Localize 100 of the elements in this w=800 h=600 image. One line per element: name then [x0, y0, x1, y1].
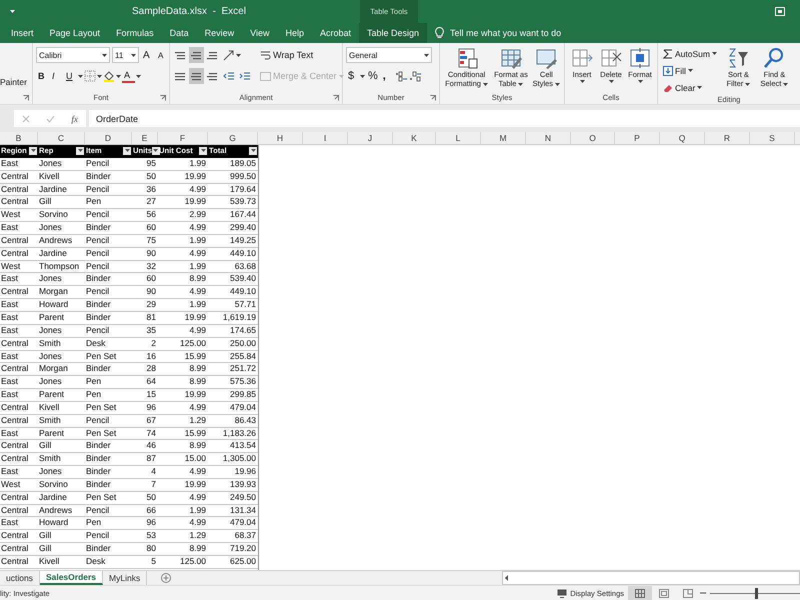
shrink-font-button[interactable]: A — [156, 47, 169, 63]
table-cell-text: 60 — [146, 273, 157, 286]
filter-dropdown-button[interactable] — [76, 146, 84, 155]
table-cell-text: Central — [0, 184, 30, 196]
font-name-field[interactable]: Calibri — [36, 47, 110, 63]
table-cell-text: East — [0, 299, 20, 311]
tell-me-search[interactable]: Tell me what you want to do — [450, 28, 562, 38]
format-cells-icon — [629, 47, 651, 69]
filter-dropdown-button[interactable] — [123, 146, 131, 155]
table-cell-text: 63.68 — [234, 260, 257, 272]
table-cell-text: Central — [0, 248, 30, 260]
align-left-icon — [175, 70, 186, 82]
filter-dropdown-button[interactable] — [199, 146, 207, 155]
ribbon-tab[interactable]: Formulas — [108, 23, 162, 43]
caret-icon — [250, 149, 256, 152]
dialog-launcher-icon[interactable] — [430, 95, 436, 101]
table-grid-icon — [500, 47, 522, 69]
zoom-out-icon — [700, 590, 706, 596]
filter-dropdown-button[interactable] — [152, 146, 160, 155]
table-cell-text: 4 — [150, 466, 157, 478]
ribbon-tab[interactable]: View — [242, 23, 278, 43]
monitor-icon — [557, 588, 568, 598]
table-cell-text: 57.71 — [234, 299, 257, 311]
editing-button[interactable]: AutoSum — [661, 47, 719, 60]
editing-button[interactable]: Clear — [661, 81, 719, 94]
align-middle-button[interactable] — [189, 47, 204, 63]
percent-button[interactable]: % — [366, 68, 380, 84]
table-cell-text: 68.37 — [234, 530, 257, 542]
table-cell-text: 250.00 — [229, 338, 257, 350]
underline-button[interactable]: U — [64, 68, 77, 84]
font-color-button[interactable]: A — [122, 69, 135, 83]
table-cell-text: 53 — [146, 530, 157, 542]
align-middle-icon — [191, 50, 202, 60]
column-header: L — [436, 132, 481, 144]
ribbon-tab[interactable]: Insert — [3, 23, 42, 43]
caret-icon — [97, 74, 102, 78]
table-cell-text: 95 — [146, 158, 157, 170]
table-cell-text: Central — [0, 196, 30, 208]
table-cell-text: 8.99 — [188, 363, 207, 376]
format-painter-button[interactable]: Painter — [0, 77, 29, 87]
table-cell-text: 4.99 — [188, 466, 207, 478]
caret-icon — [638, 80, 642, 83]
ribbon-tab[interactable]: Data — [162, 23, 197, 43]
ribbon-tab[interactable]: Review — [196, 23, 242, 43]
table-cell-text: 19.99 — [184, 478, 207, 491]
dialog-launcher-icon[interactable] — [160, 95, 166, 101]
decrease-decimal-icon — [408, 70, 422, 82]
comma-style-button[interactable]: , — [380, 68, 394, 84]
wrap-text-button[interactable]: Wrap Text — [258, 47, 346, 63]
column-header: H — [258, 132, 303, 144]
italic-button[interactable]: I — [50, 68, 63, 84]
column-header: G — [208, 132, 258, 144]
align-center-button[interactable] — [189, 68, 204, 84]
page-layout-icon — [659, 588, 669, 598]
table-cell-text: Pencil — [85, 324, 110, 337]
column-header: S — [750, 132, 795, 144]
dialog-launcher-icon[interactable] — [333, 95, 339, 101]
table-cell-text: 4.99 — [188, 286, 207, 298]
table-cell-text: 7 — [150, 478, 157, 491]
table-cell-text: Desk — [85, 556, 106, 568]
restore-window-icon — [775, 7, 785, 16]
table-cell-text: 4.99 — [188, 184, 207, 196]
table-cell-text: Binder — [85, 222, 112, 234]
column-header: E — [132, 132, 158, 144]
add-sheet-icon[interactable] — [161, 573, 172, 583]
table-cell-text: East — [0, 222, 20, 234]
grid-icon — [635, 588, 645, 598]
table-cell-text: 19.99 — [184, 196, 207, 208]
grow-font-button[interactable]: A — [141, 47, 154, 63]
filter-dropdown-button[interactable] — [29, 146, 37, 155]
table-cell-text: 19.99 — [184, 312, 207, 324]
sheet-tab[interactable]: SalesOrders — [40, 571, 104, 585]
table-cell-text: 96 — [146, 517, 157, 530]
normal-view-button[interactable] — [628, 586, 652, 600]
table-cell-text: East — [0, 428, 20, 440]
insert-function-label[interactable]: fx — [71, 114, 78, 124]
font-size-field[interactable]: 11 — [112, 47, 139, 63]
table-cell-text: East — [0, 466, 20, 478]
table-cell-text: West — [0, 209, 22, 222]
number-format-field[interactable]: General — [346, 47, 432, 63]
table-cell-text: 719.20 — [229, 543, 257, 555]
editing-button[interactable]: Fill — [661, 64, 719, 77]
formula-field[interactable]: OrderDate — [89, 110, 800, 127]
filter-dropdown-button[interactable] — [249, 146, 257, 155]
ribbon-tab[interactable]: Acrobat — [312, 23, 360, 43]
caret-icon — [338, 74, 344, 78]
ribbon-tab[interactable]: Table Design — [359, 23, 428, 43]
table-cell-text: Pen Set — [85, 492, 118, 504]
align-bottom-icon — [207, 50, 218, 60]
table-cell-text: 75 — [146, 234, 157, 247]
table-cell-text: 479.04 — [229, 517, 257, 530]
table-cell-text: East — [0, 324, 20, 337]
ribbon-tab[interactable]: Page Layout — [42, 23, 108, 43]
currency-button[interactable]: $ — [346, 68, 359, 84]
table-cell-text: Central — [0, 556, 30, 568]
ribbon-tab[interactable]: Help — [277, 23, 312, 43]
zoom-slider-thumb[interactable] — [755, 588, 758, 598]
bold-button[interactable]: B — [36, 68, 49, 84]
dialog-launcher-icon[interactable] — [23, 95, 29, 101]
table-cell-text: Gill — [38, 440, 52, 452]
